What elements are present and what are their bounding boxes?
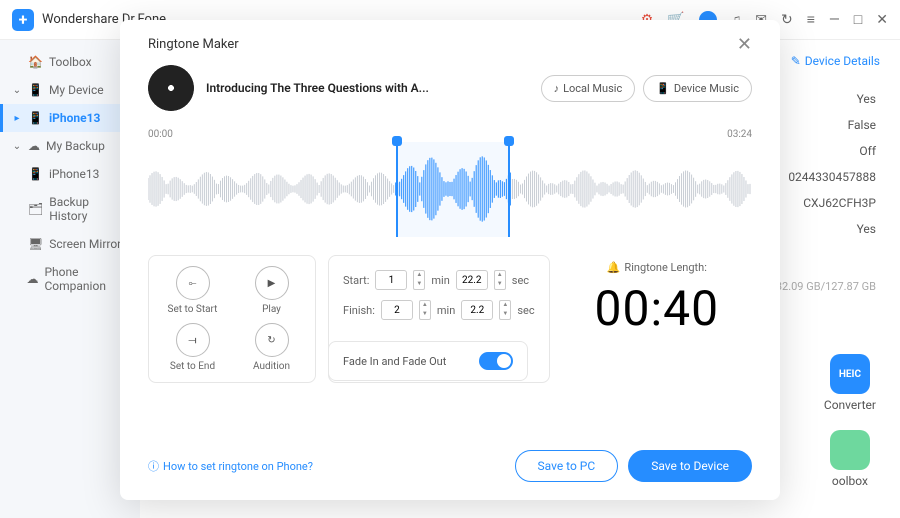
end-flag-icon: ⟞ [176,323,210,357]
sidebar-item-phonecompanion[interactable]: ☁ Phone Companion [0,258,140,300]
selection-range[interactable] [396,142,511,237]
audition-icon: ↻ [255,323,289,357]
finish-min-input[interactable] [381,300,413,320]
minimize-icon[interactable]: — [829,12,840,28]
close-window-icon[interactable]: ✕ [876,12,888,28]
save-to-device-button[interactable]: Save to Device [628,450,752,482]
length-panel: 🔔 Ringtone Length: 00:40 [562,255,752,383]
device-music-button[interactable]: 📱 Device Music [643,75,752,102]
modal-title: Ringtone Maker [148,37,239,52]
finish-sec-stepper[interactable]: ▲▼ [499,300,511,320]
save-to-pc-button[interactable]: Save to PC [515,450,619,482]
finish-min-stepper[interactable]: ▲▼ [419,300,431,320]
sidebar-item-mydevice[interactable]: ⌄📱 My Device [0,76,140,104]
audition-button[interactable]: ↻Audition [242,323,301,372]
tool-shortcuts: HEICConverter oolbox [824,354,876,488]
time-end: 03:24 [727,129,752,140]
action-panel: ⟜Set to Start ▶Play ⟞Set to End ↻Auditio… [148,255,316,383]
time-start: 00:00 [148,129,173,140]
sidebar-item-mybackup[interactable]: ⌄☁ My Backup [0,132,140,160]
sidebar-item-screenmirror[interactable]: 🖥 Screen Mirror [0,230,140,258]
app-logo: + [12,9,34,31]
start-min-stepper[interactable]: ▲▼ [413,270,425,290]
finish-label: Finish: [343,304,375,317]
device-info: YesFalseOff 0244330457888CXJ62CFH3PYes [788,86,876,242]
bell-icon: 🔔 [607,261,621,274]
list-icon[interactable]: ≡ [807,11,815,28]
heic-icon: HEIC [830,354,870,394]
finish-sec-input[interactable] [461,300,493,320]
fade-panel: Fade In and Fade Out [328,341,528,381]
set-to-end-button[interactable]: ⟞Set to End [163,323,222,372]
toolbox-icon [830,430,870,470]
local-music-button[interactable]: ♪ Local Music [541,75,636,102]
album-art [148,65,194,111]
storage-text: 32.09 GB/127.87 GB [776,280,876,293]
start-flag-icon: ⟜ [176,266,210,300]
sidebar-item-iphone13[interactable]: ▸📱 iPhone13 [0,104,140,132]
close-icon[interactable]: ✕ [737,34,752,55]
track-title: Introducing The Three Questions with A..… [206,81,429,95]
fade-label: Fade In and Fade Out [343,355,446,368]
tool-heic-converter[interactable]: HEICConverter [824,354,876,412]
play-button[interactable]: ▶Play [242,266,301,315]
set-to-start-button[interactable]: ⟜Set to Start [163,266,222,315]
fade-toggle[interactable] [479,352,513,370]
tool-toolbox[interactable]: oolbox [824,430,876,488]
ringtone-length-value: 00:40 [595,280,720,337]
play-icon: ▶ [255,266,289,300]
maximize-icon[interactable]: □ [854,11,862,28]
device-details-link[interactable]: ✎ Device Details [791,54,880,68]
waveform[interactable] [148,142,752,237]
start-sec-input[interactable] [456,270,488,290]
ringtone-modal: Ringtone Maker ✕ Introducing The Three Q… [120,20,780,500]
sidebar: 🏠 Toolbox ⌄📱 My Device ▸📱 iPhone13 ⌄☁ My… [0,40,140,518]
sidebar-item-backup-iphone13[interactable]: 📱 iPhone13 [0,160,140,188]
sidebar-item-backup-history[interactable]: 🗂 Backup History [0,188,140,230]
start-min-input[interactable] [375,270,407,290]
start-label: Start: [343,274,369,287]
start-sec-stepper[interactable]: ▲▼ [494,270,506,290]
sidebar-item-toolbox[interactable]: 🏠 Toolbox [0,48,140,76]
history-icon[interactable]: ↻ [781,12,793,28]
help-link[interactable]: ⓘ How to set ringtone on Phone? [148,458,313,474]
